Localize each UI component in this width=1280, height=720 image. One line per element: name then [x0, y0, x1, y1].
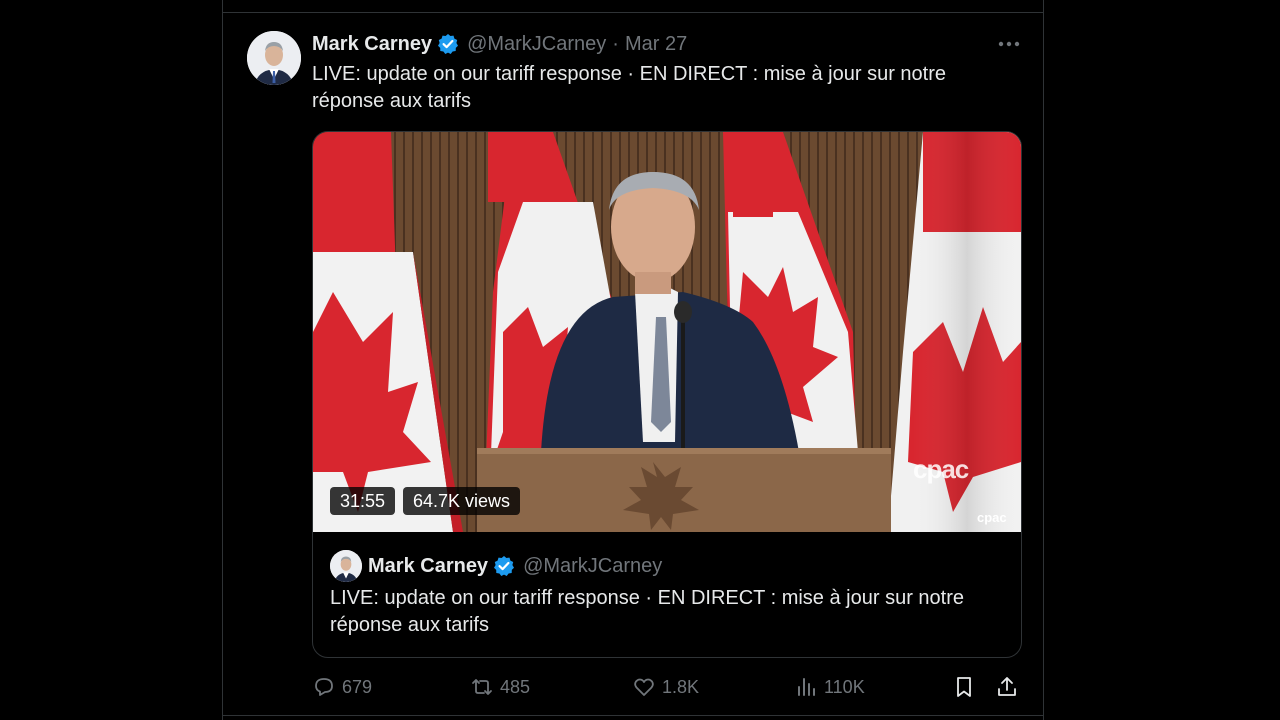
- author-avatar[interactable]: [247, 31, 301, 85]
- repost-count: 485: [500, 676, 531, 697]
- views-count: 110K: [824, 676, 865, 697]
- bookmark-icon[interactable]: [952, 675, 976, 699]
- video-player[interactable]: cpac cpac 31:55 64.7K views: [313, 132, 1021, 532]
- post-header: Mark Carney @MarkJCarney · Mar 27: [312, 31, 687, 57]
- more-icon[interactable]: [997, 34, 1021, 54]
- reply-icon: [315, 678, 333, 696]
- action-bar: 679 485 1.8K 110K: [312, 672, 1024, 702]
- like-count: 1.8K: [662, 676, 700, 697]
- reply-count: 679: [342, 676, 373, 697]
- timeline-column: Mark Carney @MarkJCarney · Mar 27 LIVE: …: [222, 0, 1044, 720]
- video-duration: 31:55: [330, 487, 396, 515]
- views-button[interactable]: 110K: [794, 672, 865, 702]
- quote-text: LIVE: update on our tariff response · EN…: [330, 587, 964, 636]
- quote-author-avatar[interactable]: [330, 550, 362, 582]
- video-views: 64.7K views: [403, 487, 521, 515]
- quoted-video-card[interactable]: cpac cpac 31:55 64.7K views Mark Carney: [312, 131, 1022, 658]
- quote-author-name: Mark Carney: [368, 554, 489, 577]
- separator-dot: ·: [612, 32, 619, 55]
- verified-badge-icon: [493, 555, 515, 577]
- reply-button[interactable]: 679: [312, 672, 372, 702]
- heart-icon: [634, 678, 654, 696]
- post-text: LIVE: update on our tariff response · EN…: [312, 63, 946, 112]
- repost-button[interactable]: 485: [470, 672, 530, 702]
- share-icon[interactable]: [995, 675, 1019, 699]
- verified-badge-icon: [437, 33, 459, 55]
- repost-icon: [472, 679, 492, 695]
- author-handle[interactable]: @MarkJCarney: [467, 33, 606, 56]
- quote-header: Mark Carney @MarkJCarney: [368, 552, 662, 580]
- quote-author-handle: @MarkJCarney: [523, 554, 663, 577]
- divider: [223, 12, 1043, 13]
- video-corner-logo: cpac: [977, 510, 1007, 525]
- divider: [223, 715, 1043, 716]
- video-watermark: cpac: [913, 454, 969, 484]
- post-date[interactable]: Mar 27: [625, 33, 687, 56]
- analytics-icon: [798, 678, 815, 696]
- like-button[interactable]: 1.8K: [632, 672, 699, 702]
- author-name[interactable]: Mark Carney: [312, 33, 432, 56]
